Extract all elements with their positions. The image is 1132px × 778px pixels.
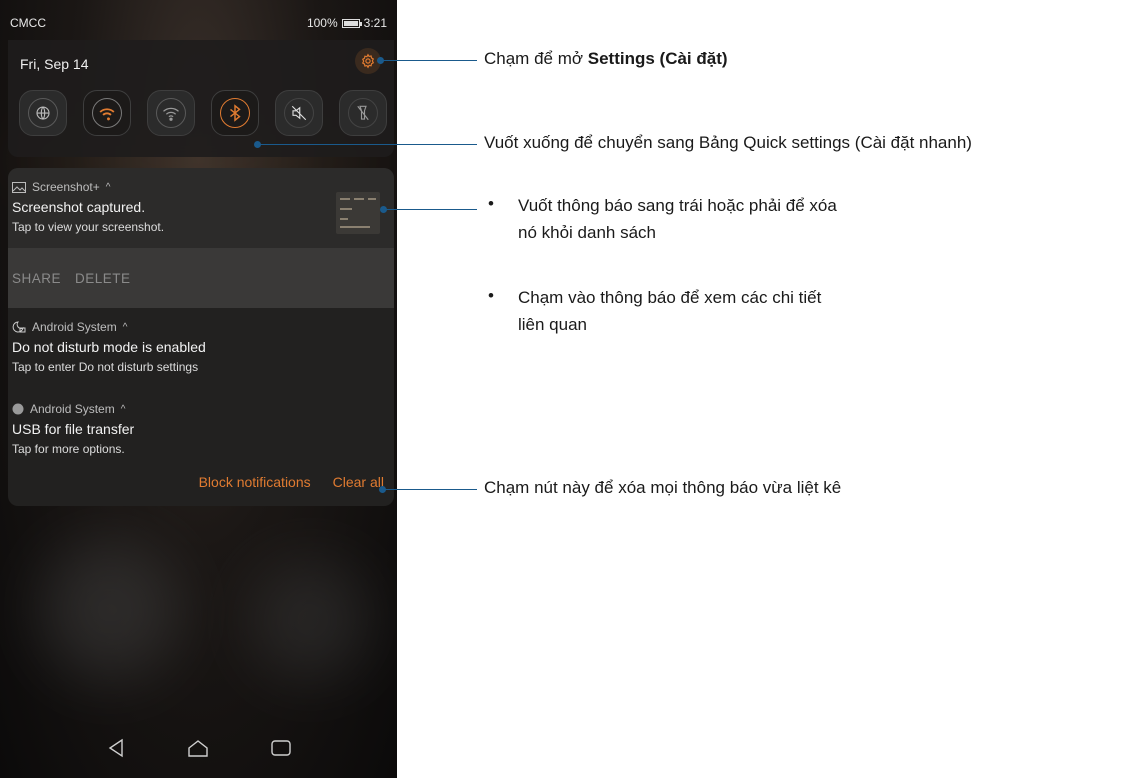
thumb-line — [354, 198, 364, 200]
callout-settings-bold: Settings (Cài đặt) — [587, 49, 728, 68]
notification-title: Do not disturb mode is enabled — [12, 339, 206, 355]
tile-ring — [92, 98, 122, 128]
wifi-icon — [99, 108, 115, 121]
tile-sound[interactable] — [275, 90, 323, 136]
quick-tiles — [19, 90, 387, 136]
bullet: • — [488, 194, 494, 213]
tile-ring — [220, 98, 250, 128]
wallpaper-blob — [40, 540, 180, 680]
notification-text: Tap to enter Do not disturb settings — [12, 360, 199, 374]
tile-ring — [348, 98, 378, 128]
notification-usb[interactable]: Android System ^ USB for file transfer T… — [12, 402, 134, 456]
callout-settings: Chạm để mở Settings (Cài đặt) — [484, 49, 728, 69]
block-notifications-button[interactable]: Block notifications — [199, 474, 311, 490]
notification-title: Screenshot captured. — [12, 199, 146, 215]
leader-line — [383, 489, 477, 490]
callout-tap: Chạm vào thông báo để xem các chi tiết l… — [518, 284, 821, 338]
notification-screenshot[interactable]: Screenshot+ ^ Screenshot captured. Tap t… — [8, 168, 394, 248]
globe-icon — [36, 106, 50, 120]
chevron-up-icon[interactable]: ^ — [106, 182, 111, 193]
clear-all-button[interactable]: Clear all — [333, 474, 384, 490]
chevron-up-icon[interactable]: ^ — [123, 322, 128, 333]
clock: 3:21 — [363, 16, 387, 30]
battery-icon — [341, 18, 362, 28]
notification-app-name: Android System — [30, 402, 115, 416]
wifi-hotspot-icon — [163, 107, 179, 121]
wallpaper-blob — [250, 560, 370, 680]
mute-icon — [291, 105, 307, 121]
home-icon[interactable] — [187, 739, 209, 757]
flashlight-off-icon — [357, 105, 369, 121]
callout-clear-all: Chạm nút này để xóa mọi thông báo vừa li… — [484, 478, 842, 497]
notification-app-line: Android System ^ — [12, 402, 134, 416]
tile-wifi[interactable] — [83, 90, 131, 136]
thumb-line — [340, 218, 348, 220]
gear-icon — [361, 53, 375, 69]
chevron-up-icon[interactable]: ^ — [121, 404, 126, 415]
bluetooth-icon — [230, 104, 241, 122]
tile-bluetooth[interactable] — [211, 90, 259, 136]
notification-dnd[interactable]: Android System ^ Do not disturb mode is … — [12, 320, 206, 374]
callout-swipe-line: Vuốt thông báo sang trái hoặc phải để xó… — [518, 196, 837, 215]
leader-line — [258, 144, 477, 145]
notification-text: Tap to view your screenshot. — [12, 220, 165, 234]
notification-app-name: Android System — [32, 320, 117, 334]
notification-list: Screenshot+ ^ Screenshot captured. Tap t… — [8, 168, 394, 506]
leader-line — [381, 60, 477, 61]
thumb-line — [368, 198, 376, 200]
thumb-line — [340, 226, 370, 228]
notification-app-name: Screenshot+ — [32, 180, 100, 194]
bullet: • — [488, 286, 494, 305]
recents-icon[interactable] — [270, 740, 291, 756]
status-right: 100% 3:21 — [307, 16, 387, 30]
callout-settings-text: Chạm để mở — [484, 49, 588, 68]
screenshot-thumbnail — [336, 192, 380, 234]
tile-hotspot[interactable] — [147, 90, 195, 136]
back-icon[interactable] — [107, 738, 125, 758]
phone-screen: CMCC 100% 3:21 Fri, Sep 14 Screenshot+ ^… — [0, 0, 397, 778]
notification-footer: Block notifications Clear all — [8, 474, 394, 490]
android-system-icon — [12, 403, 24, 415]
share-button[interactable]: SHARE — [12, 271, 75, 286]
callout-swipe: Vuốt thông báo sang trái hoặc phải để xó… — [518, 192, 837, 246]
notification-text: Tap for more options. — [12, 442, 125, 456]
callout-tap-line: liên quan — [518, 315, 588, 334]
notification-title: USB for file transfer — [12, 421, 135, 437]
image-icon — [12, 181, 26, 193]
tile-network[interactable] — [19, 90, 67, 136]
navigation-bar — [0, 718, 397, 778]
battery-percent: 100% — [306, 16, 338, 30]
callout-swipe-line: nó khỏi danh sách — [518, 223, 656, 242]
quick-settings-panel[interactable]: Fri, Sep 14 — [8, 40, 394, 157]
carrier-label: CMCC — [10, 16, 46, 30]
tile-ring — [28, 98, 58, 128]
notification-app-line: Screenshot+ ^ — [12, 180, 164, 194]
delete-button[interactable]: DELETE — [75, 271, 145, 286]
callout-tap-line: Chạm vào thông báo để xem các chi tiết — [518, 288, 822, 307]
date-label: Fri, Sep 14 — [20, 56, 89, 72]
tile-ring — [284, 98, 314, 128]
leader-line — [384, 209, 477, 210]
callout-quick-settings: Vuốt xuống để chuyển sang Bảng Quick set… — [484, 133, 972, 152]
tile-ring — [156, 98, 186, 128]
tile-flashlight[interactable] — [339, 90, 387, 136]
notification-app-line: Android System ^ — [12, 320, 206, 334]
thumb-line — [340, 208, 352, 210]
moon-icon — [12, 321, 26, 333]
thumb-line — [340, 198, 350, 200]
notification-actions: SHARE DELETE — [8, 248, 394, 308]
